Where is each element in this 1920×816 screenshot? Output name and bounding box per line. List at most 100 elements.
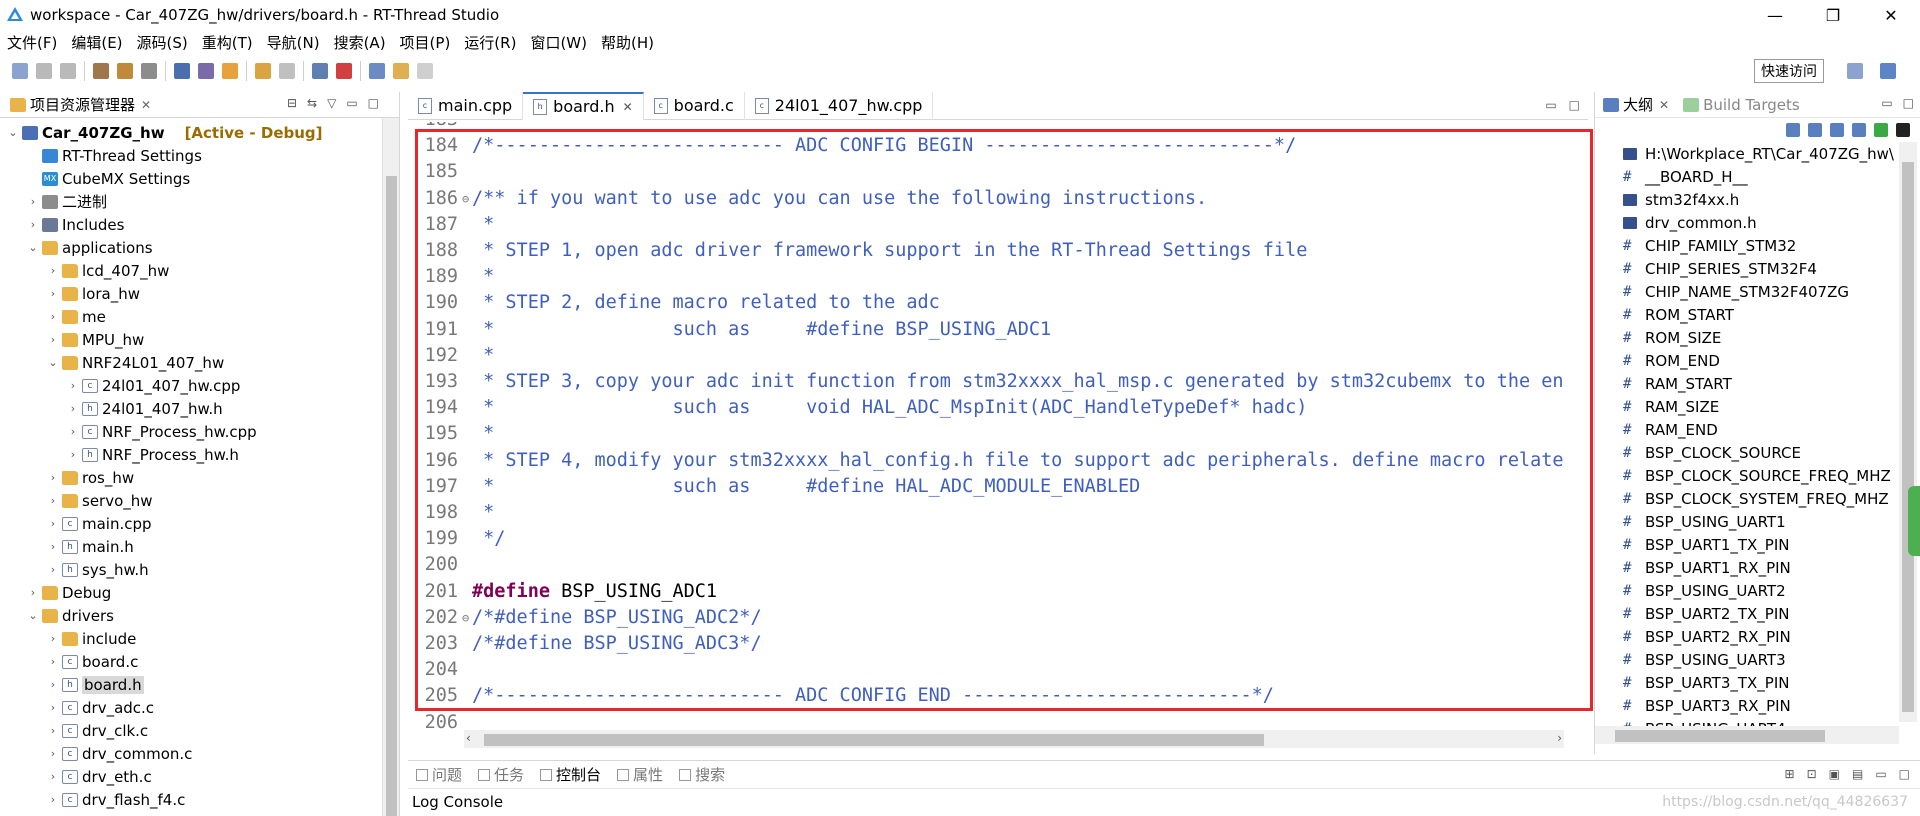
close-icon[interactable]: ✕ (141, 98, 151, 112)
expanded-chevron-icon[interactable]: ⌄ (46, 356, 60, 369)
menu-help[interactable]: 帮助(H) (594, 32, 661, 53)
scrollbar-thumb[interactable] (484, 734, 1264, 746)
collapsed-chevron-icon[interactable]: › (46, 793, 60, 806)
hide-static-icon[interactable] (1852, 123, 1866, 137)
console-lock-icon[interactable]: ⊞ (1785, 767, 1795, 781)
collapsed-chevron-icon[interactable]: › (46, 287, 60, 300)
collapsed-chevron-icon[interactable]: › (46, 264, 60, 277)
tree-item[interactable]: › c drv_common.c (0, 742, 399, 765)
tree-item[interactable]: › h sys_hw.h (0, 558, 399, 581)
stop-icon[interactable] (336, 63, 352, 79)
perspective-open-icon[interactable] (1847, 63, 1863, 79)
maximize-view-icon[interactable]: □ (1903, 96, 1914, 110)
tab-tasks[interactable]: 任务 (470, 764, 532, 785)
tree-item[interactable]: › 二进制 (0, 190, 399, 213)
tree-item[interactable]: › c drv_eth.c (0, 765, 399, 788)
editor-horizontal-scrollbar[interactable]: ‹ › (464, 730, 1564, 748)
outline-item[interactable]: # __BOARD_H__ (1595, 165, 1899, 188)
collapse-all-icon[interactable]: ⊟ (287, 96, 297, 110)
tree-item[interactable]: RT-Thread Settings (0, 144, 399, 167)
tree-item[interactable]: › ros_hw (0, 466, 399, 489)
hide-fields-icon[interactable] (1830, 123, 1844, 137)
tab-build-targets[interactable]: Build Targets (1675, 96, 1806, 114)
minimize-view-icon[interactable]: ▭ (346, 96, 357, 110)
menu-source[interactable]: 源码(S) (130, 32, 195, 53)
rebuild-icon[interactable] (117, 63, 133, 79)
tree-item[interactable]: › h 24l01_407_hw.h (0, 397, 399, 420)
tab-search[interactable]: 搜索 (671, 764, 733, 785)
editor-tab[interactable]: c main.cpp (408, 91, 524, 120)
collapsed-chevron-icon[interactable]: › (46, 494, 60, 507)
maximize-editor-icon[interactable]: □ (1569, 98, 1580, 112)
menu-navigate[interactable]: 导航(N) (260, 32, 327, 53)
tree-item[interactable]: › c drv_clk.c (0, 719, 399, 742)
outline-item[interactable]: # ROM_END (1595, 349, 1899, 372)
close-tab-icon[interactable]: ✕ (623, 100, 633, 114)
outline-item[interactable]: # BSP_UART3_RX_PIN (1595, 694, 1899, 717)
fold-toggle-icon[interactable]: ⊖ (462, 605, 472, 631)
sort-icon[interactable] (1808, 123, 1822, 137)
tree-item[interactable]: › h main.h (0, 535, 399, 558)
download-icon[interactable] (222, 63, 238, 79)
outline-item[interactable]: # BSP_UART3_TX_PIN (1595, 671, 1899, 694)
collapsed-chevron-icon[interactable]: › (46, 701, 60, 714)
outline-item[interactable]: # BSP_UART2_RX_PIN (1595, 625, 1899, 648)
collapsed-chevron-icon[interactable]: › (26, 218, 40, 231)
new-icon[interactable] (12, 63, 28, 79)
menu-run[interactable]: 运行(R) (457, 32, 523, 53)
tree-item[interactable]: › include (0, 627, 399, 650)
terminal-icon[interactable] (174, 63, 190, 79)
outline-item[interactable]: drv_common.h (1595, 211, 1899, 234)
outline-item[interactable]: #BSP_USING_UART4 (1595, 717, 1899, 727)
outline-item[interactable]: # BSP_USING_UART2 (1595, 579, 1899, 602)
outline-item[interactable]: # BSP_USING_UART1 (1595, 510, 1899, 533)
maximize-view-icon[interactable]: □ (368, 96, 379, 110)
collapsed-chevron-icon[interactable]: › (66, 402, 80, 415)
outline-item[interactable]: # ROM_START (1595, 303, 1899, 326)
scrollbar-thumb[interactable] (1902, 162, 1914, 712)
tree-item[interactable]: › lcd_407_hw (0, 259, 399, 282)
collapsed-chevron-icon[interactable]: › (46, 540, 60, 553)
minimize-view-icon[interactable]: ▭ (1875, 767, 1886, 781)
save-icon[interactable] (36, 63, 52, 79)
outline-item[interactable]: # RAM_SIZE (1595, 395, 1899, 418)
project-explorer-scrollbar[interactable] (382, 118, 399, 816)
tree-item[interactable]: › servo_hw (0, 489, 399, 512)
scroll-left-icon[interactable]: ‹ (466, 731, 471, 745)
floating-side-widget[interactable] (1908, 486, 1920, 556)
minimize-button[interactable]: — (1746, 0, 1804, 30)
collapsed-chevron-icon[interactable]: › (46, 517, 60, 530)
scrollbar-thumb[interactable] (386, 176, 397, 816)
tree-item[interactable]: › lora_hw (0, 282, 399, 305)
tab-outline[interactable]: 大纲 ✕ (1595, 94, 1675, 115)
outline-item[interactable]: # RAM_START (1595, 372, 1899, 395)
collapsed-chevron-icon[interactable]: › (46, 724, 60, 737)
menu-refactor[interactable]: 重构(T) (195, 32, 260, 53)
open-console-icon[interactable]: ▤ (1852, 767, 1863, 781)
scrollbar-thumb[interactable] (1615, 730, 1825, 742)
minimize-view-icon[interactable]: ▭ (1881, 96, 1892, 110)
menu-project[interactable]: 项目(P) (393, 32, 458, 53)
expanded-chevron-icon[interactable]: ⌄ (6, 126, 20, 139)
tree-item[interactable]: › MPU_hw (0, 328, 399, 351)
tree-item[interactable]: › c main.cpp (0, 512, 399, 535)
collapsed-chevron-icon[interactable]: › (46, 770, 60, 783)
collapsed-chevron-icon[interactable]: › (26, 195, 40, 208)
outline-item[interactable]: H:\Workplace_RT\Car_407ZG_hw\ (1595, 142, 1899, 165)
tree-item[interactable]: › c 24l01_407_hw.cpp (0, 374, 399, 397)
group-macros-icon[interactable] (1896, 123, 1910, 137)
close-icon[interactable]: ✕ (1659, 98, 1669, 112)
code-editor[interactable]: 183 184 /*-------------------------- ADC C… (416, 122, 1564, 730)
outline-vertical-scrollbar[interactable] (1899, 142, 1917, 722)
save-all-icon[interactable] (60, 63, 76, 79)
tree-item[interactable]: › me (0, 305, 399, 328)
tree-item[interactable]: MX CubeMX Settings (0, 167, 399, 190)
minimize-editor-icon[interactable]: ▭ (1545, 98, 1556, 112)
tree-item[interactable]: ⌄ NRF24L01_407_hw (0, 351, 399, 374)
open-folder-icon[interactable] (255, 63, 271, 79)
debug-bug-icon[interactable] (198, 63, 214, 79)
menu-window[interactable]: 窗口(W) (523, 32, 594, 53)
fold-toggle-icon[interactable]: ⊖ (462, 186, 472, 212)
close-window-button[interactable]: ✕ (1862, 0, 1920, 30)
tab-properties[interactable]: 属性 (609, 764, 671, 785)
